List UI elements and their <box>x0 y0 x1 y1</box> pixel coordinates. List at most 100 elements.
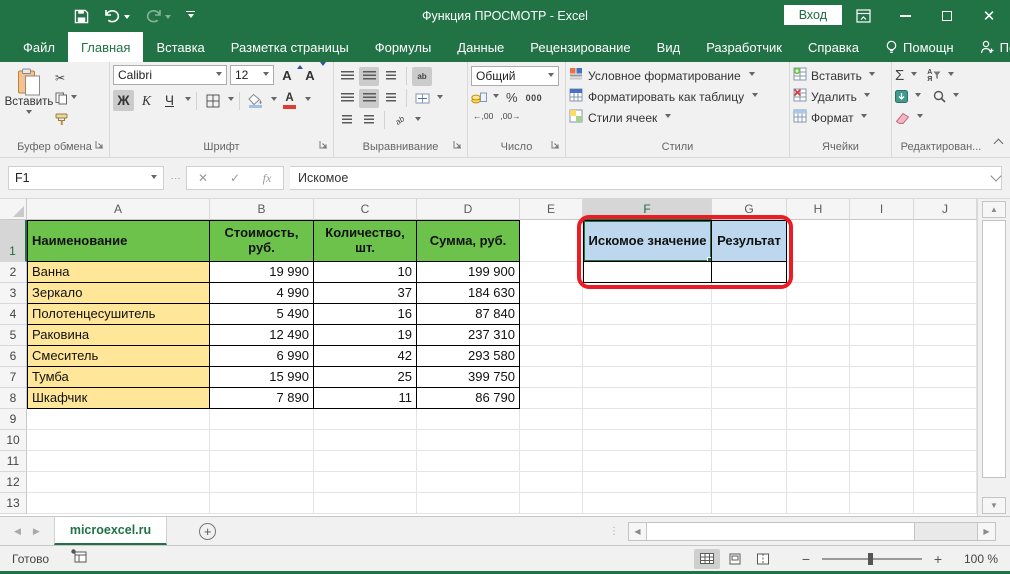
styles-item-1[interactable]: Форматировать как таблицу <box>569 86 786 107</box>
row-header-1[interactable]: 1 <box>0 220 27 262</box>
find-select-icon[interactable] <box>933 90 946 103</box>
cell-E10[interactable] <box>520 430 583 451</box>
row-header-9[interactable]: 9 <box>0 409 27 430</box>
cell-A9[interactable] <box>27 409 210 430</box>
format-painter-icon[interactable] <box>55 111 77 128</box>
cell-J11[interactable] <box>914 451 977 472</box>
cell-F3[interactable] <box>583 283 712 304</box>
scroll-down-icon[interactable]: ▼ <box>982 497 1006 514</box>
row-header-4[interactable]: 4 <box>0 304 27 325</box>
new-sheet-button[interactable]: + <box>199 517 217 545</box>
clipboard-dialog-launcher-icon[interactable] <box>95 139 104 153</box>
insert-function-icon[interactable]: fx <box>251 171 283 186</box>
cell-H9[interactable] <box>787 409 850 430</box>
cell-G1[interactable]: Результат <box>712 220 787 262</box>
cell-D5[interactable]: 237 310 <box>417 325 520 346</box>
cell-H7[interactable] <box>787 367 850 388</box>
cell-J13[interactable] <box>914 493 977 514</box>
cells-item-0[interactable]: Вставить <box>793 65 888 86</box>
tab-Рецензирование[interactable]: Рецензирование <box>517 32 643 62</box>
orientation-icon[interactable]: ab <box>386 106 413 133</box>
cell-D7[interactable]: 399 750 <box>417 367 520 388</box>
cell-A3[interactable]: Зеркало <box>27 283 210 304</box>
font-color-icon[interactable]: А <box>279 90 300 111</box>
increase-decimal-icon[interactable]: ←,00 <box>471 109 495 123</box>
cell-I10[interactable] <box>850 430 914 451</box>
cell-E8[interactable] <box>520 388 583 409</box>
cell-C4[interactable]: 16 <box>314 304 417 325</box>
clear-eraser-icon[interactable] <box>895 112 910 124</box>
zoom-in-icon[interactable]: + <box>932 551 944 567</box>
cell-A5[interactable]: Раковина <box>27 325 210 346</box>
minimize-button[interactable] <box>884 0 926 32</box>
cell-J2[interactable] <box>914 262 977 283</box>
ribbon-display-options-icon[interactable] <box>842 0 884 32</box>
cell-H12[interactable] <box>787 472 850 493</box>
zoom-out-icon[interactable]: − <box>800 551 812 567</box>
cell-C6[interactable]: 42 <box>314 346 417 367</box>
cell-F1[interactable]: Искомое значение <box>583 220 712 262</box>
col-header-D[interactable]: D <box>417 199 520 220</box>
cell-B11[interactable] <box>210 451 314 472</box>
row-header-8[interactable]: 8 <box>0 388 27 409</box>
row-header-11[interactable]: 11 <box>0 451 27 472</box>
cell-I3[interactable] <box>850 283 914 304</box>
cell-H8[interactable] <box>787 388 850 409</box>
tab-Данные[interactable]: Данные <box>444 32 517 62</box>
font-size-select[interactable]: 12 <box>230 65 274 85</box>
cell-F6[interactable] <box>583 346 712 367</box>
col-header-B[interactable]: B <box>210 199 314 220</box>
cell-B5[interactable]: 12 490 <box>210 325 314 346</box>
number-dialog-launcher-icon[interactable] <box>551 139 560 153</box>
cell-G9[interactable] <box>712 409 787 430</box>
row-header-6[interactable]: 6 <box>0 346 27 367</box>
currency-format-icon[interactable] <box>471 91 487 104</box>
increase-font-size-icon[interactable]: А <box>277 65 303 85</box>
cell-E3[interactable] <box>520 283 583 304</box>
cell-F9[interactable] <box>583 409 712 430</box>
cell-B9[interactable] <box>210 409 314 430</box>
align-top-icon[interactable] <box>337 67 357 86</box>
cell-A11[interactable] <box>27 451 210 472</box>
cut-icon[interactable]: ✂ <box>55 69 77 86</box>
cell-A2[interactable]: Ванна <box>27 262 210 283</box>
cell-C10[interactable] <box>314 430 417 451</box>
cell-A13[interactable] <box>27 493 210 514</box>
cell-E12[interactable] <box>520 472 583 493</box>
cell-C13[interactable] <box>314 493 417 514</box>
horizontal-scroll-thumb[interactable] <box>647 522 915 540</box>
cell-D13[interactable] <box>417 493 520 514</box>
col-header-C[interactable]: C <box>314 199 417 220</box>
cell-J8[interactable] <box>914 388 977 409</box>
tab-Помощн[interactable]: Помощн <box>872 32 967 62</box>
cell-C5[interactable]: 19 <box>314 325 417 346</box>
cell-F11[interactable] <box>583 451 712 472</box>
merge-center-icon[interactable] <box>412 89 432 108</box>
tab-Файл[interactable]: Файл <box>10 32 68 62</box>
cell-B3[interactable]: 4 990 <box>210 283 314 304</box>
sheet-tab[interactable]: microexcel.ru <box>53 517 168 545</box>
sort-filter-icon[interactable]: АЯ <box>927 69 941 83</box>
cell-H4[interactable] <box>787 304 850 325</box>
save-icon[interactable] <box>74 9 89 24</box>
cell-I6[interactable] <box>850 346 914 367</box>
cell-B6[interactable]: 6 990 <box>210 346 314 367</box>
tab-Разработчик[interactable]: Разработчик <box>693 32 795 62</box>
cell-A12[interactable] <box>27 472 210 493</box>
cell-G2[interactable] <box>712 262 787 283</box>
row-header-10[interactable]: 10 <box>0 430 27 451</box>
cell-F12[interactable] <box>583 472 712 493</box>
maximize-button[interactable] <box>926 0 968 32</box>
cell-E1[interactable] <box>520 220 583 262</box>
fill-down-icon[interactable] <box>895 90 908 103</box>
cell-C2[interactable]: 10 <box>314 262 417 283</box>
alignment-dialog-launcher-icon[interactable] <box>453 139 462 153</box>
cell-I2[interactable] <box>850 262 914 283</box>
cell-B2[interactable]: 19 990 <box>210 262 314 283</box>
cell-G10[interactable] <box>712 430 787 451</box>
cell-G13[interactable] <box>712 493 787 514</box>
cell-C12[interactable] <box>314 472 417 493</box>
cell-G12[interactable] <box>712 472 787 493</box>
number-format-select[interactable]: Общий <box>471 66 559 86</box>
cell-I8[interactable] <box>850 388 914 409</box>
